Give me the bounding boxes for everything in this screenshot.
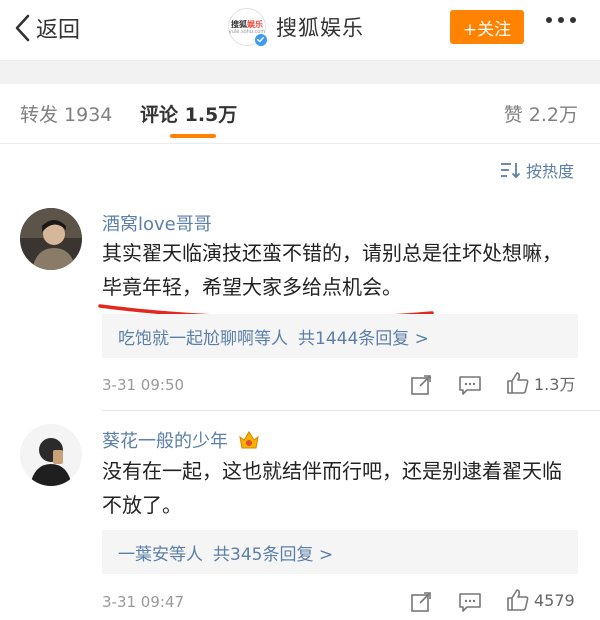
hand-drawn-underline	[98, 304, 434, 320]
like-button[interactable]: 4579	[506, 588, 575, 612]
comment-time: 3-31 09:50	[102, 376, 185, 394]
reply-count: 共1444条回复 >	[298, 328, 429, 349]
reply-summary[interactable]: 吃饱就一起尬聊啊等人 共1444条回复 >	[102, 314, 578, 358]
thumbs-up-icon	[507, 589, 529, 611]
comment-divider	[102, 410, 600, 411]
avatar[interactable]	[20, 424, 82, 486]
reply-users: 一葉安等人	[118, 544, 203, 565]
like-count: 4579	[534, 590, 575, 610]
comment-icon[interactable]	[458, 374, 482, 396]
comment-text: 没有在一起，这也就结伴而行吧，还是别逮着翟天临不放了。	[102, 459, 562, 517]
member-badge-icon	[238, 430, 260, 455]
like-count: 1.3万	[534, 375, 576, 394]
reply-summary[interactable]: 一葉安等人 共345条回复 >	[102, 530, 578, 574]
comment-icon[interactable]	[458, 591, 482, 613]
like-button[interactable]: 1.3万	[506, 371, 575, 395]
repost-icon[interactable]	[410, 374, 432, 396]
comment-username[interactable]: 葵花一般的少年	[102, 427, 260, 455]
reply-count: 共345条回复 >	[213, 544, 334, 565]
reply-users: 吃饱就一起尬聊啊等人	[118, 328, 288, 349]
repost-icon[interactable]	[410, 591, 432, 613]
thumbs-up-icon	[507, 372, 529, 394]
comment-time: 3-31 09:47	[102, 593, 185, 611]
